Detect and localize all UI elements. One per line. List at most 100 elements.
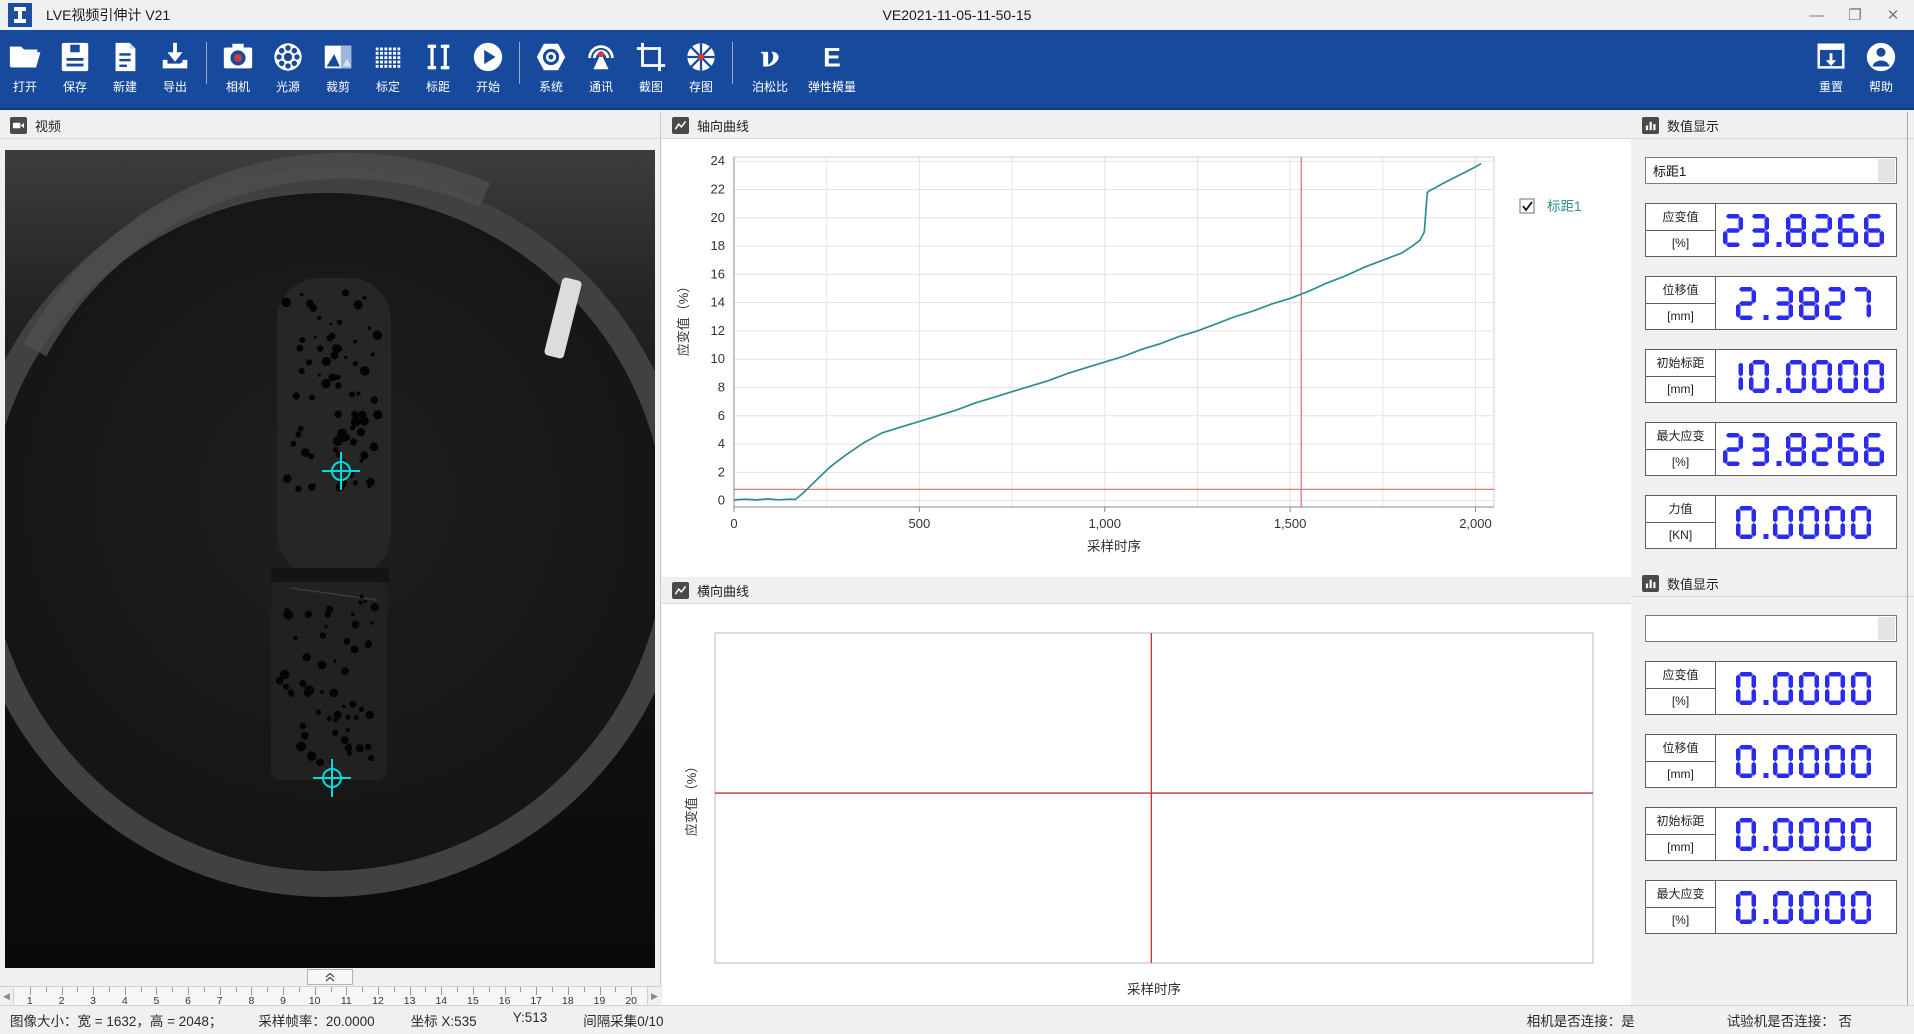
modulus-button[interactable]: E 弹性模量 bbox=[801, 30, 863, 108]
reset-button[interactable]: 重置 bbox=[1806, 30, 1856, 108]
reset-icon bbox=[1813, 39, 1849, 75]
status-item: 相机是否连接：是 bbox=[1527, 1010, 1635, 1030]
ruler-tick bbox=[30, 987, 31, 995]
svg-text:22: 22 bbox=[711, 182, 725, 197]
camera-button[interactable]: 相机 bbox=[213, 30, 263, 108]
document-title: VE2021-11-05-11-50-15 bbox=[883, 7, 1032, 23]
ruler-right-arrow[interactable]: ▶ bbox=[647, 987, 661, 1006]
ruler-left-arrow[interactable]: ◀ bbox=[0, 987, 14, 1006]
folder-open-button[interactable]: 打开 bbox=[0, 30, 50, 108]
save-button[interactable]: 保存 bbox=[50, 30, 100, 108]
ruler-tick bbox=[536, 987, 537, 995]
toolbar-item-label: 新建 bbox=[113, 78, 137, 95]
value-box: 应变值 [%] bbox=[1645, 203, 1897, 257]
svg-text:10: 10 bbox=[711, 351, 725, 366]
gauge-selector-dropdown[interactable] bbox=[1645, 615, 1897, 642]
bar-chart-icon bbox=[1642, 575, 1659, 592]
gauge-selector-value: 标距1 bbox=[1646, 161, 1686, 180]
ruler-minor-tick bbox=[615, 987, 616, 992]
value-label: 初始标距 bbox=[1646, 350, 1715, 377]
status-item: Y:513 bbox=[513, 1010, 548, 1030]
calibrate-grid-button[interactable]: 标定 bbox=[363, 30, 413, 108]
toolbar-item-label: 弹性模量 bbox=[808, 78, 856, 95]
ruler-tick bbox=[378, 987, 379, 995]
legend-checkbox[interactable] bbox=[1520, 199, 1534, 213]
video-camera-icon bbox=[10, 117, 27, 134]
status-item: 间隔采集0/10 bbox=[583, 1010, 663, 1030]
value-unit: [mm] bbox=[1646, 304, 1715, 330]
toolbar-item-label: 相机 bbox=[226, 78, 250, 95]
toolbar-item-label: 帮助 bbox=[1869, 78, 1893, 95]
svg-text:14: 14 bbox=[711, 295, 725, 310]
start-button[interactable]: 开始 bbox=[463, 30, 513, 108]
toolbar-item-label: 标定 bbox=[376, 78, 400, 95]
camera-live-view[interactable] bbox=[5, 150, 655, 968]
svg-text:24: 24 bbox=[711, 153, 725, 168]
modulus-icon: E bbox=[814, 39, 850, 75]
ruler-tick bbox=[125, 987, 126, 995]
comm-icon bbox=[583, 39, 619, 75]
help-icon bbox=[1863, 39, 1899, 75]
ruler-tick bbox=[188, 987, 189, 995]
help-button[interactable]: 帮助 bbox=[1856, 30, 1906, 108]
close-button[interactable]: ✕ bbox=[1878, 3, 1908, 27]
numeric-panel-header: 数值显示 bbox=[1632, 570, 1914, 597]
svg-text:采样时序: 采样时序 bbox=[1087, 539, 1141, 554]
ruler-minor-tick bbox=[299, 987, 300, 992]
ruler-minor-tick bbox=[331, 987, 332, 992]
ruler-tick bbox=[156, 987, 157, 995]
application-window: LVE视频引伸计 V21 VE2021-11-05-11-50-15 — ❐ ✕… bbox=[0, 0, 1914, 1034]
save-image-button[interactable]: 存图 bbox=[676, 30, 726, 108]
ruler-minor-tick bbox=[77, 987, 78, 992]
axial-chart-svg: 02468101214161820222405001,0001,5002,000… bbox=[662, 139, 1631, 577]
axial-panel-title: 轴向曲线 bbox=[697, 116, 749, 135]
maximize-button[interactable]: ❐ bbox=[1840, 3, 1870, 27]
digital-value bbox=[1716, 662, 1896, 714]
transverse-strain-chart[interactable]: 应变值（%）采样时序 bbox=[662, 604, 1631, 1010]
ruler-tick bbox=[315, 987, 316, 995]
status-right-group: 相机是否连接：是试验机是否连接： 否 bbox=[1527, 1010, 1852, 1030]
line-chart-icon bbox=[672, 582, 689, 599]
light-source-button[interactable]: 光源 bbox=[263, 30, 313, 108]
ruler-tick bbox=[568, 987, 569, 995]
crop-image-button[interactable]: 裁剪 bbox=[313, 30, 363, 108]
axial-strain-chart[interactable]: 02468101214161820222405001,0001,5002,000… bbox=[662, 139, 1631, 582]
toolbar-item-label: 泊松比 bbox=[752, 78, 788, 95]
gauge-length-icon bbox=[420, 39, 456, 75]
save-icon bbox=[57, 39, 93, 75]
gauge-length-button[interactable]: 标距 bbox=[413, 30, 463, 108]
comm-button[interactable]: 通讯 bbox=[576, 30, 626, 108]
calibrate-grid-icon bbox=[370, 39, 406, 75]
value-label: 最大应变 bbox=[1646, 423, 1715, 450]
digital-value bbox=[1716, 881, 1896, 933]
screenshot-button[interactable]: 截图 bbox=[626, 30, 676, 108]
ruler-tick bbox=[93, 987, 94, 995]
poisson-button[interactable]: ν泊松比 bbox=[739, 30, 801, 108]
bar-chart-icon bbox=[1642, 117, 1659, 134]
value-unit: [mm] bbox=[1646, 377, 1715, 403]
value-unit: [mm] bbox=[1646, 835, 1715, 861]
ruler-minor-tick bbox=[362, 987, 363, 992]
numeric-panel-title: 数值显示 bbox=[1667, 116, 1719, 135]
gauge-selector-dropdown[interactable]: 标距1 bbox=[1645, 157, 1897, 184]
svg-text:500: 500 bbox=[909, 516, 931, 531]
frame-ruler[interactable]: ◀ 1234567891011121314151617181920 ▶ bbox=[0, 986, 661, 1005]
start-icon bbox=[470, 39, 506, 75]
axial-panel-header: 轴向曲线 bbox=[662, 112, 1631, 139]
svg-text:18: 18 bbox=[711, 238, 725, 253]
ruler-track[interactable]: 1234567891011121314151617181920 bbox=[14, 987, 647, 1006]
system-button[interactable]: 系统 bbox=[526, 30, 576, 108]
collapse-button[interactable] bbox=[307, 969, 353, 985]
export-button[interactable]: 导出 bbox=[150, 30, 200, 108]
dropdown-button[interactable] bbox=[1878, 159, 1895, 182]
ruler-minor-tick bbox=[46, 987, 47, 992]
toolbar-item-label: 标距 bbox=[426, 78, 450, 95]
dropdown-button[interactable] bbox=[1878, 617, 1895, 640]
minimize-button[interactable]: — bbox=[1802, 3, 1832, 27]
toolbar-item-label: 开始 bbox=[476, 78, 500, 95]
new-doc-button[interactable]: 新建 bbox=[100, 30, 150, 108]
svg-text:2,000: 2,000 bbox=[1459, 516, 1492, 531]
svg-text:1,000: 1,000 bbox=[1088, 516, 1121, 531]
main-toolbar: 打开保存新建导出相机光源裁剪标定 标距 开始 系统通讯截图存图 ν泊松比 E 弹性模量 重置帮… bbox=[0, 30, 1914, 110]
toolbar-item-label: 存图 bbox=[689, 78, 713, 95]
